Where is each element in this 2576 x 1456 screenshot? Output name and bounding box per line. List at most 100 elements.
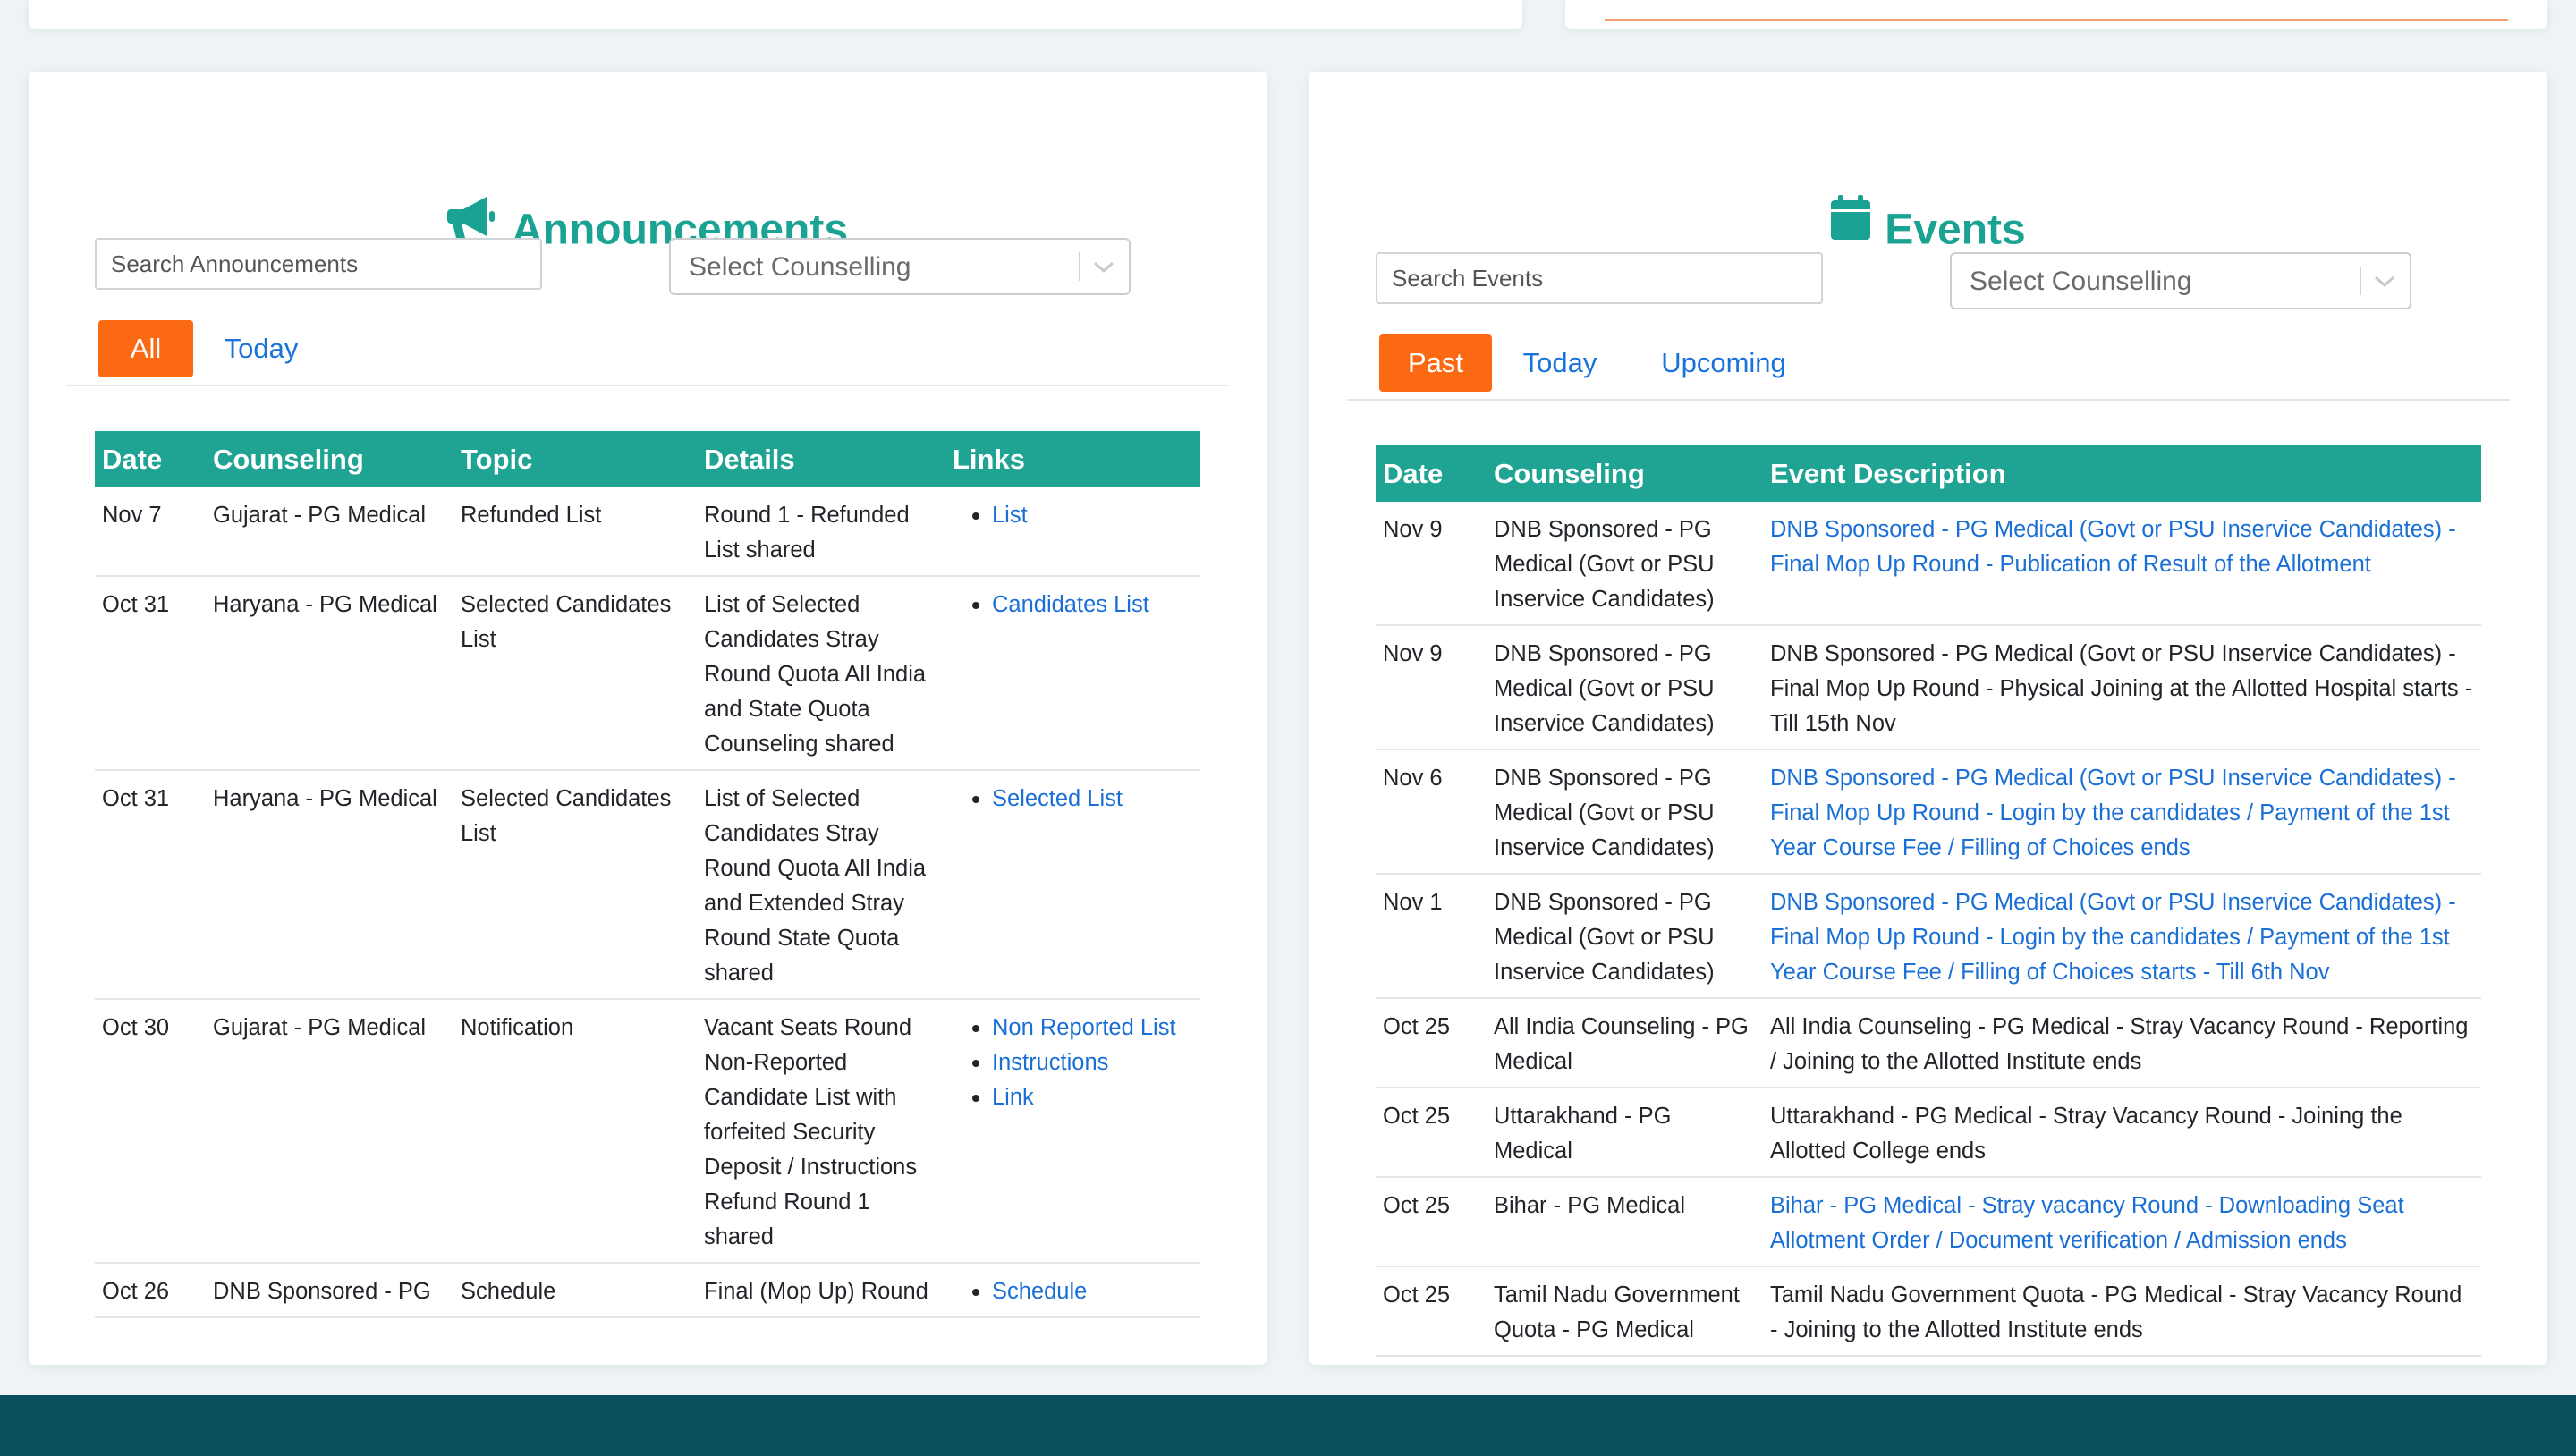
table-row: Nov 1 DNB Sponsored - PG Medical (Govt or… [1376,874,2481,999]
table-row: Nov 9 DNB Sponsored - PG Medical (Govt or… [1376,625,2481,750]
cell-event-description: DNB Sponsored - PG Medical (Govt or PSU … [1763,874,2481,999]
cell-date: Oct 26 [95,1263,206,1318]
table-row: Oct 31 Haryana - PG Medical Selected Candi… [95,770,1200,1000]
cell-topic: Selected Candidates List [453,576,697,771]
select-counselling-placeholder: Select Counselling [1970,267,2192,296]
links-list-item: Schedule [972,1274,1193,1309]
events-table-scroll[interactable]: Date Counseling Event Description Nov 9 D… [1376,445,2483,1365]
links-list: Candidates List [953,588,1193,622]
event-description-link[interactable]: DNB Sponsored - PG Medical (Govt or PSU … [1770,766,2456,860]
event-description-link[interactable]: DNB Sponsored - PG Medical (Govt or PSU … [1770,517,2456,577]
announcement-link[interactable]: Candidates List [992,592,1149,617]
cell-counseling: Bihar - PG Medical [1487,1177,1763,1267]
table-row: Oct 25 Uttarakhand - PG Medical Uttarakhan… [1376,1088,2481,1178]
links-list: Schedule [953,1274,1193,1309]
cell-event-description: DNB Sponsored - PG Medical (Govt or PSU … [1763,502,2481,626]
table-row: Oct 25 Tamil Nadu Government Quota - PG M… [1376,1266,2481,1357]
column-header-counseling: Counseling [1487,445,1763,502]
cell-links: List [945,487,1200,577]
divider [66,385,1229,386]
event-description-text: DNB Sponsored - PG Medical (Govt or PSU … [1770,641,2473,736]
column-header-links: Links [945,431,1200,487]
chevron-down-icon [1091,256,1116,282]
cell-details: Vacant Seats Round Non-Reported Candidat… [697,999,945,1264]
table-row: Nov 6 DNB Sponsored - PG Medical (Govt or… [1376,749,2481,875]
cell-date: Oct 30 [95,999,206,1264]
cell-counseling: All India Counseling - PG Medical [1487,998,1763,1088]
cell-date: Oct 25 [1376,1088,1487,1178]
search-events-input[interactable] [1376,252,1823,304]
links-list: Non Reported List Instructions Link [953,1011,1193,1115]
cell-counseling: Haryana - PG Medical [206,770,453,1000]
cell-date: Oct 25 [1376,1266,1487,1357]
links-list-item: Link [972,1080,1193,1115]
links-list-item: Instructions [972,1045,1193,1080]
select-separator [1079,252,1080,281]
announcement-link[interactable]: Non Reported List [992,1015,1176,1040]
announcements-table: Date Counseling Topic Details Links Nov … [95,431,1200,1318]
cell-links: Selected List [945,770,1200,1000]
calendar-icon [1831,195,1871,258]
table-row: Oct 26 DNB Sponsored - PG Schedule Final (M… [95,1263,1200,1318]
cell-event-description: DNB Sponsored - PG Medical (Govt or PSU … [1763,625,2481,750]
top-card-left [29,0,1522,29]
column-header-event-description: Event Description [1763,445,2481,502]
cell-details: Round 1 - Refunded List shared [697,487,945,577]
cell-counseling: DNB Sponsored - PG [206,1263,453,1318]
cell-counseling: Haryana - PG Medical [206,576,453,771]
cell-details: List of Selected Candidates Stray Round … [697,770,945,1000]
cell-topic: Refunded List [453,487,697,577]
cell-event-description: Tamil Nadu Government Quota - PG Medical… [1763,1266,2481,1357]
event-description-text: Uttarakhand - PG Medical - Stray Vacancy… [1770,1104,2402,1164]
cell-date: Oct 25 [1376,998,1487,1088]
event-description-link[interactable]: DNB Sponsored - PG Medical (Govt or PSU … [1770,890,2456,985]
cell-date: Oct 25 [1376,1177,1487,1267]
top-card-right [1565,0,2547,29]
links-list-item: Selected List [972,782,1193,817]
cell-links: Candidates List [945,576,1200,771]
divider [1347,399,2510,401]
footer [0,1395,2576,1456]
table-header-row: Date Counseling Topic Details Links [95,431,1200,487]
select-separator [2360,267,2361,295]
chevron-down-icon [2372,270,2397,296]
links-list-item: Non Reported List [972,1011,1193,1045]
events-table: Date Counseling Event Description Nov 9 D… [1376,445,2481,1357]
filter-upcoming-button[interactable]: Upcoming [1657,334,1791,392]
cell-topic: Notification [453,999,697,1264]
column-header-details: Details [697,431,945,487]
select-counselling-dropdown[interactable]: Select Counselling [669,238,1131,295]
cell-counseling: DNB Sponsored - PG Medical (Govt or PSU … [1487,874,1763,999]
links-list: List [953,498,1193,533]
select-counselling-dropdown[interactable]: Select Counselling [1950,252,2411,309]
cell-topic: Schedule [453,1263,697,1318]
cell-counseling: Gujarat - PG Medical [206,487,453,577]
column-header-date: Date [95,431,206,487]
announcement-link[interactable]: Instructions [992,1050,1108,1075]
cell-event-description: Bihar - PG Medical - Stray vacancy Round… [1763,1177,2481,1267]
cell-date: Oct 31 [95,576,206,771]
cell-counseling: Tamil Nadu Government Quota - PG Medical [1487,1266,1763,1357]
announcement-link[interactable]: Selected List [992,786,1123,811]
announcement-link[interactable]: List [992,503,1028,528]
table-header-row: Date Counseling Event Description [1376,445,2481,502]
column-header-counseling: Counseling [206,431,453,487]
filter-today-button[interactable]: Today [1515,334,1605,392]
cell-date: Nov 6 [1376,749,1487,875]
filter-today-button[interactable]: Today [216,320,306,377]
table-row: Nov 9 DNB Sponsored - PG Medical (Govt or… [1376,502,2481,626]
table-row: Oct 31 Haryana - PG Medical Selected Candi… [95,576,1200,771]
cell-topic: Selected Candidates List [453,770,697,1000]
cell-date: Nov 9 [1376,625,1487,750]
announcements-panel: Announcements Select Counselling All Tod… [29,72,1267,1365]
table-row: Oct 25 Bihar - PG Medical Bihar - PG Medic… [1376,1177,2481,1267]
filter-all-button[interactable]: All [98,320,193,377]
announcement-link[interactable]: Link [992,1085,1034,1110]
events-title: Events [1885,206,2026,254]
announcement-link[interactable]: Schedule [992,1279,1087,1304]
filter-past-button[interactable]: Past [1379,334,1492,392]
column-header-topic: Topic [453,431,697,487]
cell-date: Nov 7 [95,487,206,577]
event-description-link[interactable]: Bihar - PG Medical - Stray vacancy Round… [1770,1193,2404,1253]
search-announcements-input[interactable] [95,238,542,290]
